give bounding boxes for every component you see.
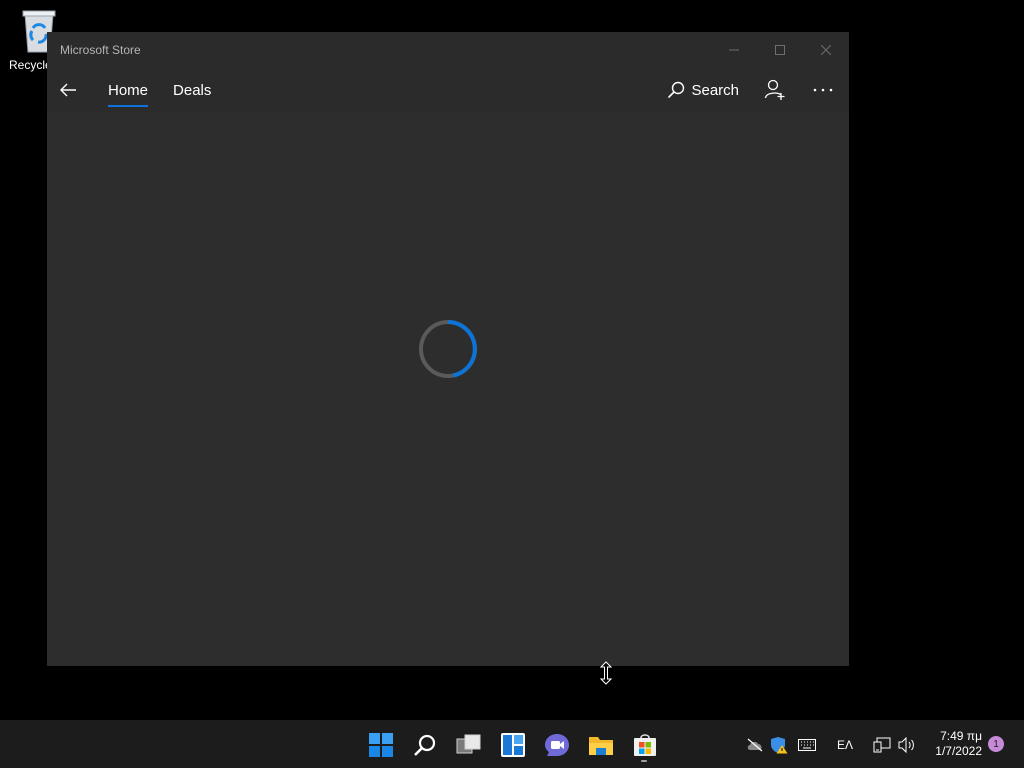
- network-icon[interactable]: [872, 735, 892, 755]
- clock-date: 1/7/2022: [935, 744, 982, 758]
- search-icon: [668, 81, 685, 99]
- store-window: Microsoft Store Home Deals Search: [47, 32, 849, 666]
- desktop: Recycle Microsoft Store Home Deals Searc…: [0, 0, 1024, 720]
- search-icon[interactable]: [412, 732, 438, 758]
- security-warning-icon[interactable]: [769, 735, 789, 755]
- content-area: [47, 112, 849, 666]
- search-label: Search: [691, 81, 739, 99]
- add-user-icon: [764, 79, 785, 100]
- task-view-icon[interactable]: [456, 732, 482, 758]
- clock[interactable]: 7:49 πμ 1/7/2022: [930, 729, 982, 759]
- account-button[interactable]: [763, 78, 787, 102]
- chat-icon[interactable]: [544, 732, 570, 758]
- back-arrow-icon: [60, 83, 76, 97]
- window-title: Microsoft Store: [60, 43, 141, 57]
- close-button[interactable]: [803, 32, 849, 68]
- active-app-indicator: [641, 760, 647, 762]
- maximize-icon: [775, 45, 785, 55]
- tab-home[interactable]: Home: [108, 68, 149, 112]
- search-button[interactable]: Search: [667, 81, 739, 99]
- keyboard-icon[interactable]: [797, 735, 817, 755]
- tab-deals[interactable]: Deals: [173, 68, 211, 112]
- ellipsis-icon: [813, 88, 833, 92]
- minimize-button[interactable]: [711, 32, 757, 68]
- minimize-icon: [729, 49, 739, 51]
- language-indicator[interactable]: ΕΛ: [832, 735, 858, 755]
- onedrive-offline-icon[interactable]: [745, 735, 765, 755]
- widgets-icon[interactable]: [500, 732, 526, 758]
- close-icon: [821, 45, 831, 55]
- resize-cursor: [599, 661, 613, 690]
- clock-time: 7:49 πμ: [940, 729, 982, 743]
- notification-badge[interactable]: 1: [988, 736, 1004, 752]
- more-options-button[interactable]: [811, 78, 835, 102]
- microsoft-store-icon[interactable]: [632, 732, 658, 758]
- taskbar: ΕΛ 7:49 πμ 1/7/2022: [0, 720, 1024, 768]
- back-button[interactable]: [47, 68, 89, 112]
- volume-icon[interactable]: [897, 735, 917, 755]
- loading-spinner: [417, 318, 479, 385]
- file-explorer-icon[interactable]: [588, 732, 614, 758]
- title-bar[interactable]: Microsoft Store: [47, 32, 849, 68]
- store-nav-bar: Home Deals Search: [47, 68, 849, 112]
- maximize-button[interactable]: [757, 32, 803, 68]
- windows-start-icon[interactable]: [368, 732, 394, 758]
